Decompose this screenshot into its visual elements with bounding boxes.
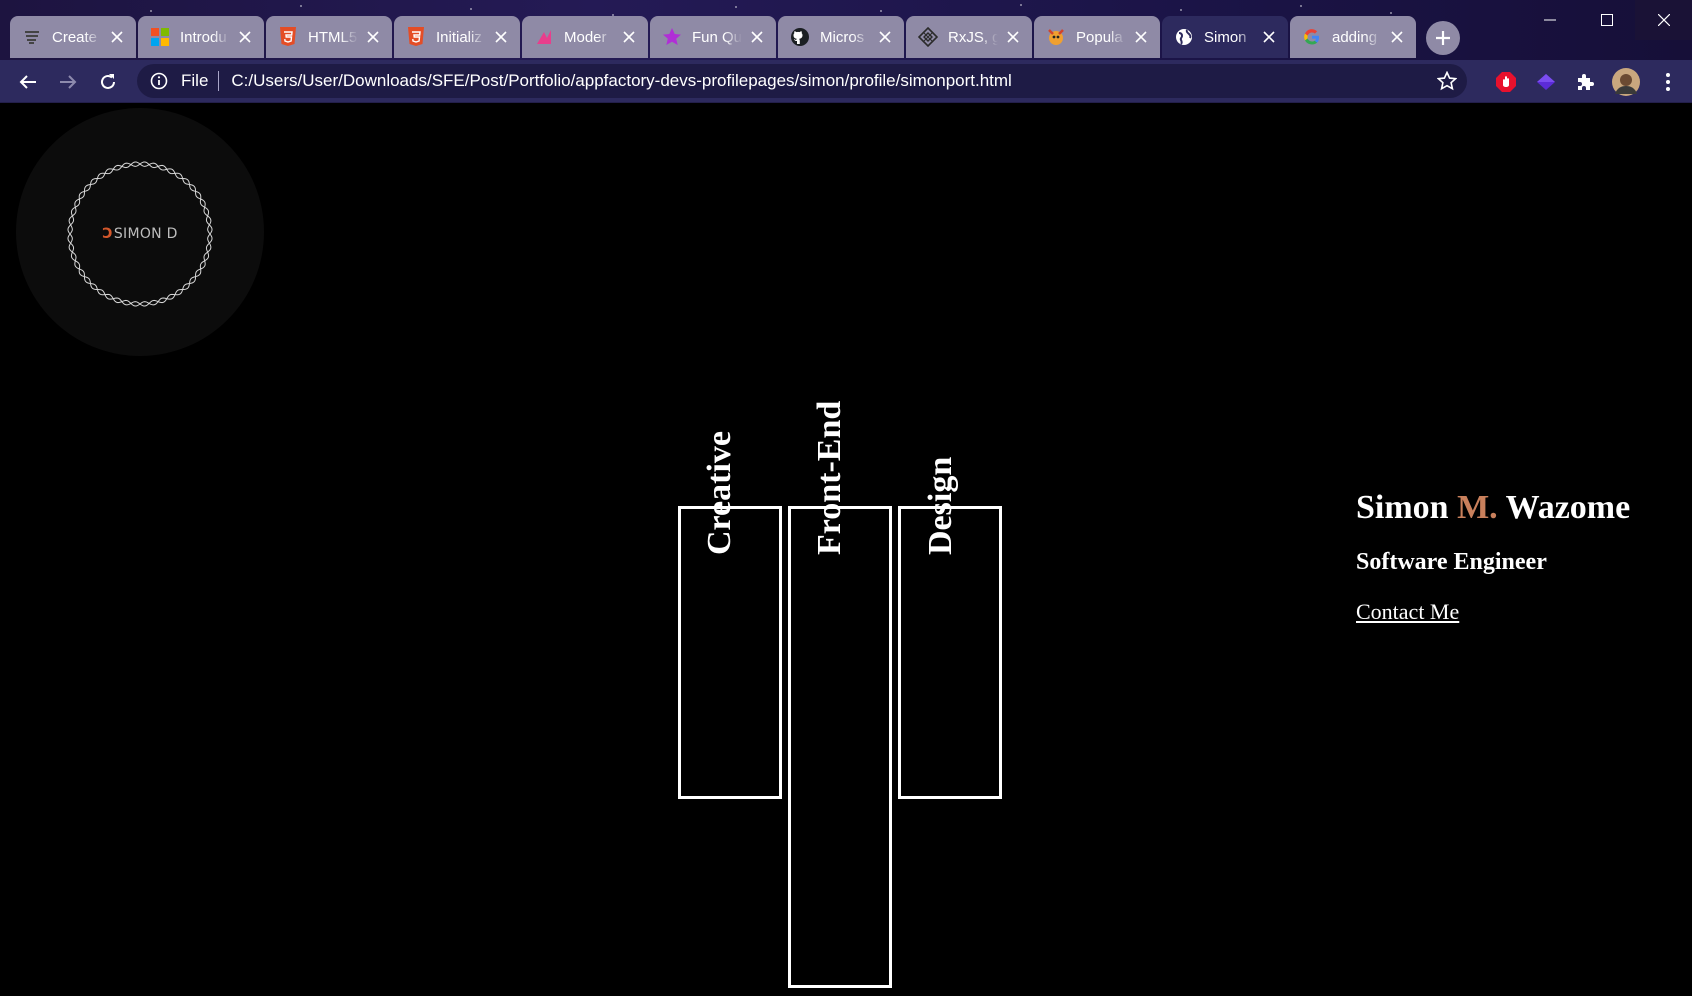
browser-toolbar: File C:/Users/User/Downloads/SFE/Post/Po… <box>0 60 1692 103</box>
pillar-label-front-end: Front-End <box>811 400 848 555</box>
tab-label: Introdu <box>180 28 227 46</box>
maximize-button[interactable] <box>1578 0 1635 40</box>
pillar-front-end[interactable] <box>788 506 892 988</box>
address-divider <box>218 71 220 91</box>
pillar-label-design: Design <box>922 456 959 555</box>
avatar[interactable] <box>1612 68 1640 96</box>
tab-label: Create <box>52 28 98 46</box>
tab-strip: Create Introdu HTML5 Initializ Moder Fun… <box>10 16 1418 60</box>
tab-adding[interactable]: adding <box>1290 16 1416 58</box>
address-bar[interactable]: File C:/Users/User/Downloads/SFE/Post/Po… <box>137 64 1467 98</box>
tab-label: HTML5 <box>308 28 358 46</box>
forward-button[interactable] <box>53 67 83 97</box>
tab-modern[interactable]: Moder <box>522 16 648 58</box>
tab-label: adding <box>1332 28 1378 46</box>
star-outline-icon[interactable] <box>1436 70 1458 91</box>
arrow-left-icon <box>19 75 36 89</box>
hero-section: Simon M. Wazome Software Engineer Contac… <box>1356 489 1630 625</box>
close-tab-icon[interactable] <box>876 28 894 46</box>
close-tab-icon[interactable] <box>1388 28 1406 46</box>
rxjs-icon <box>918 27 938 47</box>
chart-icon <box>534 27 554 47</box>
middle-initial: M. <box>1457 489 1498 526</box>
tab-initialize[interactable]: Initializ <box>394 16 520 58</box>
browser-titlebar: Create Introdu HTML5 Initializ Moder Fun… <box>0 0 1692 60</box>
close-tab-icon[interactable] <box>236 28 254 46</box>
globe-icon <box>1174 27 1194 47</box>
close-tab-icon[interactable] <box>1132 28 1150 46</box>
close-tab-icon[interactable] <box>364 28 382 46</box>
puzzle-icon[interactable] <box>1573 70 1597 94</box>
minimize-icon <box>1543 19 1556 21</box>
new-tab-button[interactable] <box>1426 21 1460 55</box>
tab-introduction[interactable]: Introdu <box>138 16 264 58</box>
tab-rxjs[interactable]: RxJS, g <box>906 16 1032 58</box>
tab-label: Moder <box>564 28 607 46</box>
tab-label: Fun Qu <box>692 28 742 46</box>
page-viewport: Ↄ SIMON D Creative Front-End Design Simo… <box>0 104 1692 996</box>
logo-text: SIMON D <box>113 226 178 242</box>
close-tab-icon[interactable] <box>1004 28 1022 46</box>
close-tab-icon[interactable] <box>1260 28 1278 46</box>
logo-mark: Ↄ <box>102 226 113 242</box>
logo[interactable]: Ↄ SIMON D <box>64 158 216 310</box>
html5-icon <box>278 27 298 47</box>
tab-microsoft-github[interactable]: Micros <box>778 16 904 58</box>
tab-popular[interactable]: Popula <box>1034 16 1160 58</box>
tab-simon[interactable]: Simon <box>1162 16 1288 58</box>
close-tab-icon[interactable] <box>620 28 638 46</box>
reload-icon <box>101 74 115 89</box>
close-tab-icon[interactable] <box>748 28 766 46</box>
first-name: Simon <box>1356 489 1449 526</box>
close-window-button[interactable] <box>1635 0 1692 40</box>
html5-icon <box>406 27 426 47</box>
minimize-button[interactable] <box>1521 0 1578 40</box>
tab-fun-quiz[interactable]: Fun Qu <box>650 16 776 58</box>
stack-icon <box>22 27 42 47</box>
close-tab-icon[interactable] <box>108 28 126 46</box>
tab-html5[interactable]: HTML5 <box>266 16 392 58</box>
arrow-right-icon <box>60 75 77 89</box>
diamond-extension-icon[interactable] <box>1534 70 1558 94</box>
tab-label: Initializ <box>436 28 482 46</box>
reload-button[interactable] <box>93 67 123 97</box>
tab-label: Micros <box>820 28 865 46</box>
plus-icon <box>1436 31 1450 45</box>
tab-create[interactable]: Create <box>10 16 136 58</box>
info-icon[interactable] <box>149 71 169 91</box>
tab-label: Popula <box>1076 28 1123 46</box>
close-icon <box>1657 14 1670 26</box>
tab-label: RxJS, g <box>948 28 998 46</box>
maximize-icon <box>1600 14 1613 26</box>
contact-me-link[interactable]: Contact Me <box>1356 599 1459 625</box>
hero-name: Simon M. Wazome <box>1356 489 1630 527</box>
pillar-label-creative: Creative <box>701 431 738 555</box>
job-title: Software Engineer <box>1356 549 1547 575</box>
kebab-menu-icon[interactable] <box>1656 70 1680 94</box>
url-text[interactable]: C:/Users/User/Downloads/SFE/Post/Portfol… <box>231 71 1011 91</box>
fox-icon <box>1046 27 1066 47</box>
github-icon <box>790 27 810 47</box>
microsoft-icon <box>150 27 170 47</box>
tab-label: Simon <box>1204 28 1247 46</box>
adblock-extension-icon[interactable] <box>1494 70 1518 94</box>
back-button[interactable] <box>13 67 43 97</box>
window-controls <box>1521 0 1692 40</box>
url-scheme: File <box>181 71 209 90</box>
star-icon <box>662 27 682 47</box>
last-name: Wazome <box>1505 489 1631 526</box>
close-tab-icon[interactable] <box>492 28 510 46</box>
google-icon <box>1302 27 1322 47</box>
